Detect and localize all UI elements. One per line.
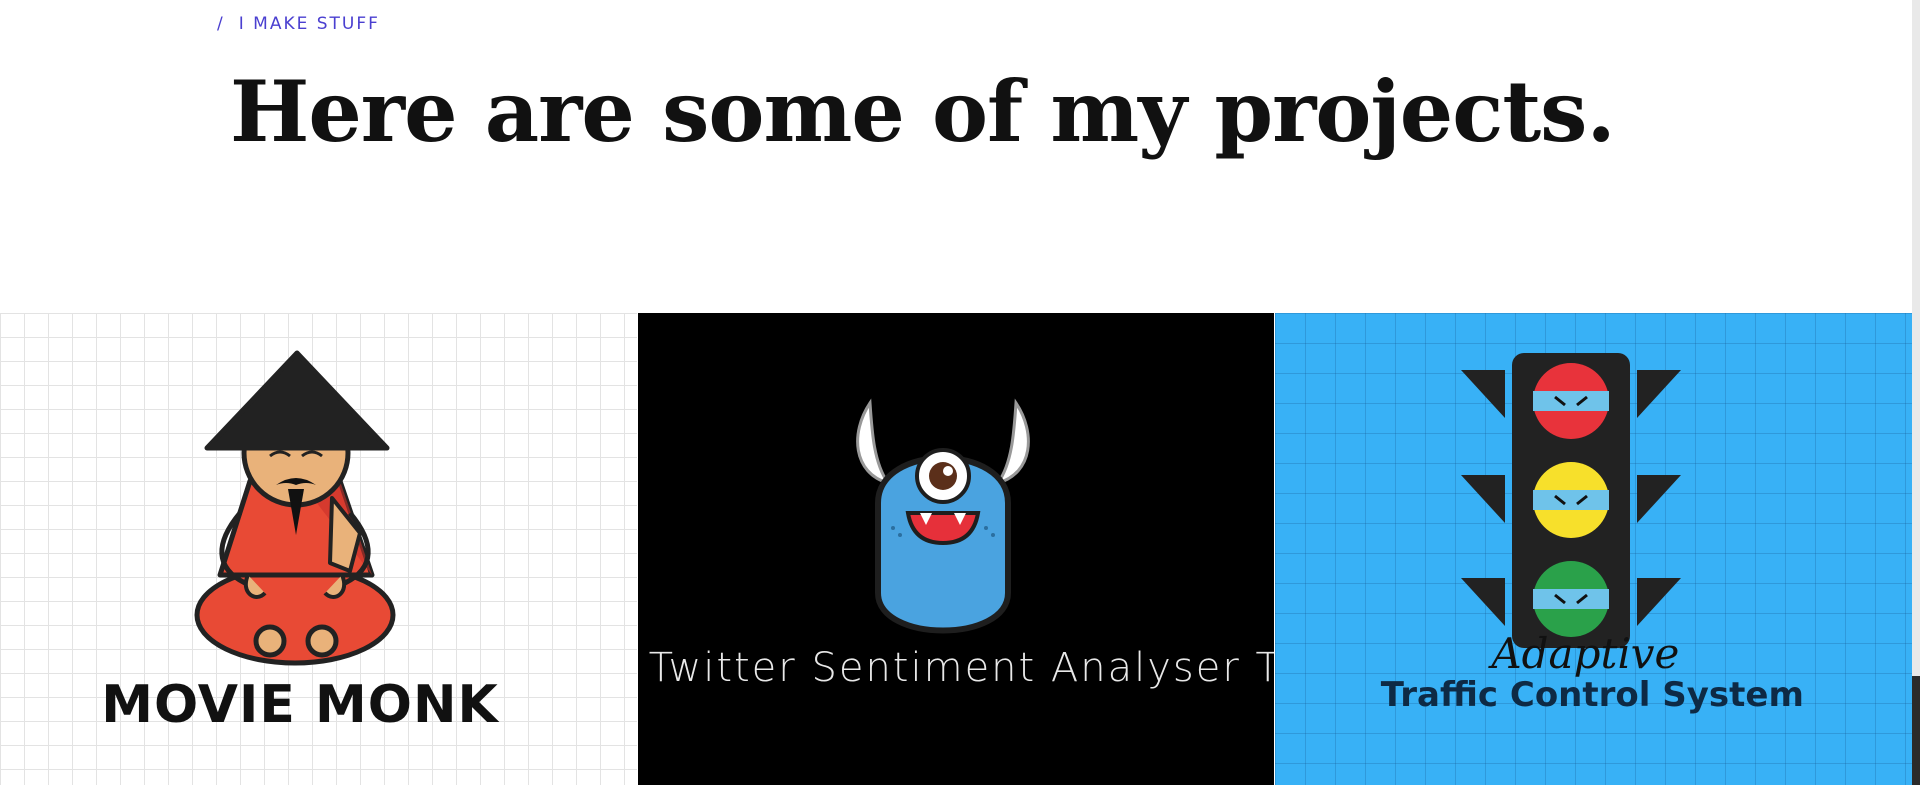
project-title-movie-monk: MOVIE MONK [101,675,499,735]
project-card-movie-monk[interactable]: MOVIE MONK [0,313,637,785]
projects-grid: MOVIE MONK Twitter Sentiment Analyser T … [0,313,1913,785]
scrollbar-thumb[interactable] [1912,676,1920,785]
project-title-traffic-control-system: Traffic Control System [1380,675,1804,715]
page: / I MAKE STUFF Here are some of my projec… [0,0,1913,785]
project-title-twitter-sentiment: Twitter Sentiment Analyser T [648,645,1275,691]
page-scrollbar[interactable] [1912,0,1920,785]
monster-illustration [855,398,1030,634]
project-title-adaptive: Adaptive [1491,629,1680,678]
project-card-twitter-sentiment[interactable]: Twitter Sentiment Analyser T [637,313,1275,785]
breadcrumb-separator: / [217,14,225,34]
breadcrumb-label[interactable]: I MAKE STUFF [239,14,380,34]
project-card-adaptive-traffic[interactable]: Adaptive Traffic Control System [1275,313,1913,785]
breadcrumb: / I MAKE STUFF [217,14,380,34]
page-title: Here are some of my projects. [230,62,1616,161]
